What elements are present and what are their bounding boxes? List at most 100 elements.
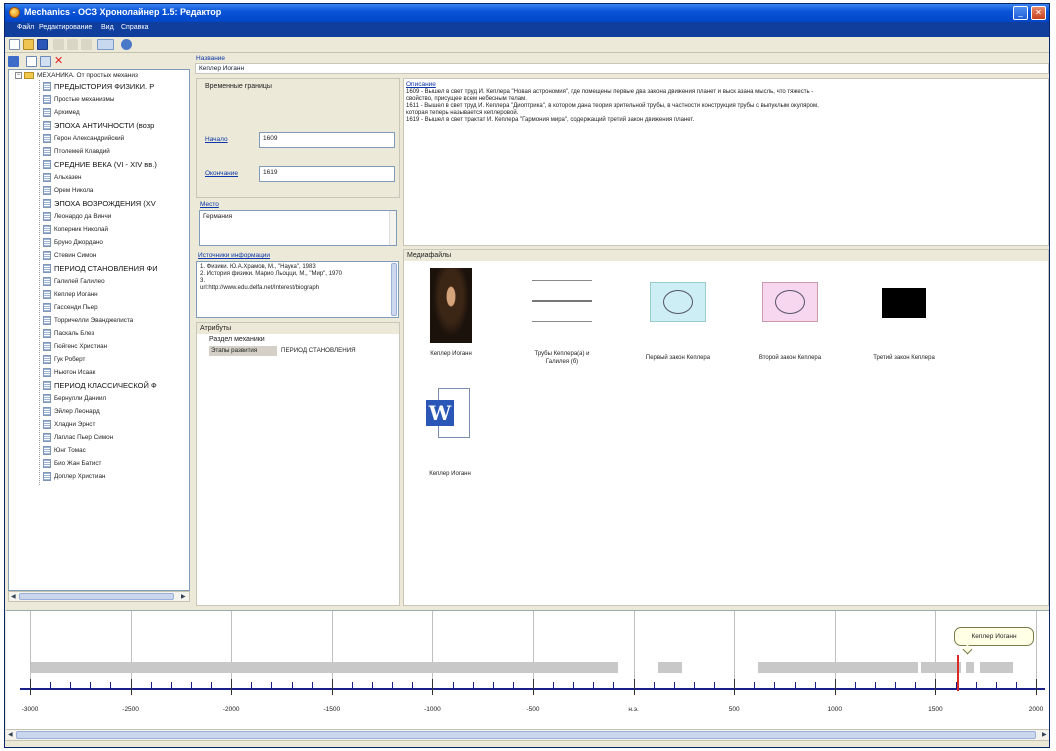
view-grid-icon[interactable] [97,39,114,50]
media-item[interactable]: Второй закон Кеплера [748,282,832,382]
tree-item[interactable]: Паскаль Блез [43,329,94,339]
tree-view[interactable]: − МЕХАНИКА. От простых механиз ПРЕДЫСТОРИ… [8,69,190,591]
attr-key[interactable]: Этапы развития [209,346,277,356]
time-bounds-group: Временные границы Начало 1609 Окончание … [196,78,400,198]
tree-item[interactable]: Бруно Джордано [43,238,103,248]
scroll-left-icon[interactable]: ◀ [11,593,16,600]
tree-root[interactable]: − МЕХАНИКА. От простых механиз [15,72,138,79]
scroll-right-icon[interactable]: ▶ [1042,731,1047,738]
tree-item[interactable]: ПЕРИОД СТАНОВЛЕНИЯ ФИ [43,264,158,274]
tree-item[interactable]: Герон Александрийский [43,134,124,144]
media-item[interactable]: Первый закон Кеплера [636,282,720,382]
sources-scrollbar[interactable] [391,263,397,316]
tree-item[interactable]: ЭПОХА АНТИЧНОСТИ (возр [43,121,154,131]
place-scrollbar[interactable] [389,211,396,245]
scroll-left-icon[interactable]: ◀ [8,731,13,738]
timeline-period-bar[interactable] [31,662,618,673]
tree-item[interactable]: Галилей Галилео [43,277,105,287]
timeline-minor-tick [693,682,695,688]
save-icon[interactable] [37,39,48,50]
tree-item[interactable]: Хладни Эрнст [43,420,95,430]
scroll-right-icon[interactable]: ▶ [181,593,186,600]
timeline-period-bar[interactable] [921,662,961,673]
timeline[interactable]: -3000 -2500 -2000 -1500 -1000 -500 н.э. 500 1000… [6,610,1049,747]
media-item[interactable]: Третий закон Кеплера [862,288,946,388]
new-file-icon[interactable] [9,39,20,50]
timeline-callout[interactable]: Кеплер Иоганн [954,627,1034,646]
tree-item[interactable]: Юнг Томас [43,446,86,456]
description-text[interactable]: 1609 - Вышел в свет труд И. Кеплера "Нов… [406,89,1046,124]
tree-item[interactable]: Архимед [43,108,80,118]
delete-icon[interactable]: ✕ [54,56,65,67]
tree-item[interactable]: ПРЕДЫСТОРИЯ ФИЗИКИ. Р [43,82,154,92]
tree-item[interactable]: Био Жан Батист [43,459,101,469]
sort-icon[interactable] [8,56,19,67]
menu-file[interactable]: Файл [17,24,34,31]
tree-item[interactable]: Гюйгенс Христиан [43,342,107,352]
tree-item[interactable]: ЭПОХА ВОЗРОЖДЕНИЯ (XV [43,199,156,209]
tree-item[interactable]: Кеплер Иоганн [43,290,98,300]
place-field[interactable]: Германия [199,210,397,246]
tree-item[interactable]: Ньютон Исаак [43,368,95,378]
tree-item[interactable]: Торричелли Эванджелиста [43,316,133,326]
add-item-icon[interactable] [26,56,37,67]
tree-item[interactable]: Гассенди Пьер [43,303,98,313]
menu-view[interactable]: Вид [101,24,114,31]
timeline-period-bar[interactable] [758,662,918,673]
tree-item[interactable]: Альхазен [43,173,81,183]
end-field[interactable]: 1619 [259,166,395,182]
start-link[interactable]: Начало [205,136,228,143]
document-icon [43,355,51,364]
tree-item[interactable]: Доплер Христиан [43,472,105,482]
timeline-selected-marker[interactable] [957,655,960,691]
tree-item[interactable]: Гук Роберт [43,355,85,365]
attr-value[interactable]: ПЕРИОД СТАНОВЛЕНИЯ [281,347,356,354]
end-link[interactable]: Окончание [205,170,238,177]
timeline-minor-tick [412,682,414,688]
name-field[interactable]: Кеплер Иоганн [195,63,1049,74]
tree-item[interactable]: Стевин Симон [43,251,96,261]
sources-field[interactable]: 1. Физики. Ю.А.Храмов, М., "Наука", 1983… [196,261,399,318]
paste-icon[interactable] [81,39,92,50]
open-folder-icon[interactable] [23,39,34,50]
document-icon [43,251,51,260]
tree-item[interactable]: Простые механизмы [43,95,114,105]
copy-icon[interactable] [67,39,78,50]
tree-item[interactable]: Лаплас Пьер Симон [43,433,113,443]
menu-edit[interactable]: Редактирование [39,24,92,31]
tree-item[interactable]: Леонардо да Винчи [43,212,111,222]
tree-horizontal-scrollbar[interactable]: ◀ ▶ [8,591,190,602]
scroll-thumb[interactable] [16,731,1036,739]
timeline-period-bar[interactable] [658,662,682,673]
tree-item[interactable]: Орем Никола [43,186,93,196]
attr-section: Раздел механики [209,336,265,343]
close-button[interactable]: ✕ [1031,6,1046,20]
scroll-thumb[interactable] [19,593,174,600]
timeline-period-bar[interactable] [966,662,974,673]
timeline-minor-tick [613,682,615,688]
tree-item[interactable]: Коперник Николай [43,225,108,235]
cut-icon[interactable] [53,39,64,50]
description-group: Описание 1609 - Вышел в свет труд И. Кеп… [403,78,1049,246]
tree-item[interactable]: Бернулли Даниил [43,394,106,404]
sources-link[interactable]: Источники информации [198,252,270,259]
name-label: Название [196,55,226,62]
media-item[interactable]: Трубы Кеплера(а) и Галилея (б) [524,280,600,380]
tree-item[interactable]: СРЕДНИЕ ВЕКА (VI - XIV вв.) [43,160,157,170]
media-item[interactable]: Кеплер Иоганн [426,268,476,378]
collapse-icon[interactable]: − [15,72,22,79]
minimize-button[interactable]: _ [1013,6,1028,20]
place-link[interactable]: Место [200,201,219,208]
start-field[interactable]: 1609 [259,132,395,148]
globe-icon[interactable] [121,39,132,50]
menu-help[interactable]: Справка [121,24,148,31]
media-item[interactable]: W Кеплер Иоганн [420,388,480,488]
timeline-minor-tick [754,682,756,688]
description-link[interactable]: Описание [406,81,436,88]
add-subitem-icon[interactable] [40,56,51,67]
timeline-period-bar[interactable] [980,662,1013,673]
tree-item[interactable]: Эйлер Леонард [43,407,100,417]
timeline-scrollbar[interactable]: ◀ ▶ [6,729,1049,740]
tree-item[interactable]: ПЕРИОД КЛАССИЧЕСКОЙ Ф [43,381,157,391]
tree-item[interactable]: Птолемей Клавдий [43,147,110,157]
